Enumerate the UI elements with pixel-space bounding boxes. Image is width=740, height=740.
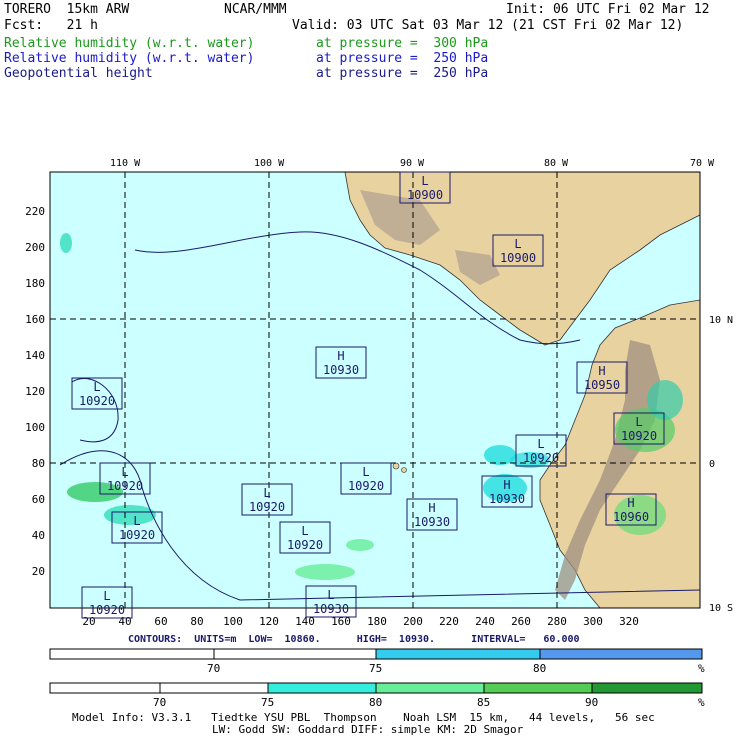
lat-label: 10 S: [709, 603, 733, 614]
svg-text:10930: 10930: [414, 515, 450, 529]
y-tick-label: 80: [32, 457, 45, 470]
svg-text:L: L: [537, 437, 544, 451]
svg-text:H: H: [337, 349, 344, 363]
lon-label: 110 W: [110, 158, 141, 169]
bar2-label: 85: [477, 696, 491, 709]
svg-text:10930: 10930: [313, 602, 349, 616]
bar1-pct: %: [698, 662, 705, 675]
x-tick-label: 240: [475, 615, 495, 628]
bar1-label: 75: [369, 662, 383, 675]
y-tick-label: 60: [32, 493, 45, 506]
svg-text:10920: 10920: [287, 538, 323, 552]
svg-text:10920: 10920: [119, 528, 155, 542]
y-tick-label: 40: [32, 529, 45, 542]
svg-text:L: L: [263, 486, 270, 500]
svg-text:L: L: [121, 465, 128, 479]
svg-text:L: L: [327, 588, 334, 602]
x-tick-label: 220: [439, 615, 459, 628]
svg-text:10960: 10960: [613, 510, 649, 524]
x-tick-label: 200: [403, 615, 423, 628]
svg-text:H: H: [503, 478, 510, 492]
galapagos-island: [401, 467, 407, 473]
galapagos-island: [392, 462, 400, 470]
x-tick-label: 60: [154, 615, 167, 628]
svg-text:L: L: [421, 174, 428, 188]
lat-label: 10 N: [709, 315, 733, 326]
lon-label: 90 W: [400, 158, 425, 169]
y-tick-label: 220: [25, 205, 45, 218]
svg-text:L: L: [514, 237, 521, 251]
svg-text:L: L: [362, 465, 369, 479]
y-tick-label: 200: [25, 241, 45, 254]
bar1-label: 80: [533, 662, 547, 675]
svg-text:H: H: [627, 496, 634, 510]
x-tick-label: 180: [367, 615, 387, 628]
lon-label: 70 W: [690, 158, 715, 169]
contours-info: CONTOURS: UNITS=m LOW= 10860. HIGH= 1093…: [128, 634, 580, 645]
x-tick-label: 280: [547, 615, 567, 628]
svg-text:L: L: [93, 380, 100, 394]
bar2-label: 90: [585, 696, 599, 709]
y-tick-label: 120: [25, 385, 45, 398]
svg-text:H: H: [428, 501, 435, 515]
bar2-pct: %: [698, 696, 705, 709]
svg-text:10920: 10920: [523, 451, 559, 465]
x-tick-label: 320: [619, 615, 639, 628]
lon-label: 100 W: [254, 158, 285, 169]
bar2-label: 75: [261, 696, 275, 709]
y-tick-label: 160: [25, 313, 45, 326]
svg-text:10930: 10930: [489, 492, 525, 506]
y-tick-label: 20: [32, 565, 45, 578]
y-tick-label: 140: [25, 349, 45, 362]
x-tick-label: 80: [190, 615, 203, 628]
x-tick-label: 300: [583, 615, 603, 628]
svg-text:10920: 10920: [348, 479, 384, 493]
svg-text:10920: 10920: [621, 429, 657, 443]
svg-text:L: L: [301, 524, 308, 538]
svg-text:10920: 10920: [249, 500, 285, 514]
forecast-map: 110 W 100 W 90 W 80 W 70 W 10 N 0 10 S 2…: [25, 158, 733, 628]
svg-text:10920: 10920: [89, 603, 125, 617]
svg-text:L: L: [635, 415, 642, 429]
bar2-label: 80: [369, 696, 383, 709]
svg-text:10900: 10900: [500, 251, 536, 265]
x-tick-label: 120: [259, 615, 279, 628]
svg-text:10920: 10920: [107, 479, 143, 493]
bar2-label: 70: [153, 696, 167, 709]
y-tick-label: 180: [25, 277, 45, 290]
x-tick-label: 100: [223, 615, 243, 628]
lat-label: 0: [709, 459, 715, 470]
svg-text:L: L: [133, 514, 140, 528]
svg-text:10920: 10920: [79, 394, 115, 408]
lon-label: 80 W: [544, 158, 569, 169]
svg-text:H: H: [598, 364, 605, 378]
x-tick-label: 260: [511, 615, 531, 628]
y-tick-label: 100: [25, 421, 45, 434]
svg-text:L: L: [103, 589, 110, 603]
svg-text:10950: 10950: [584, 378, 620, 392]
svg-text:10900: 10900: [407, 188, 443, 202]
model-physics: LW: Godd SW: Goddard DIFF: simple KM: 2D…: [212, 723, 524, 736]
bar1-label: 70: [207, 662, 221, 675]
svg-text:10930: 10930: [323, 363, 359, 377]
